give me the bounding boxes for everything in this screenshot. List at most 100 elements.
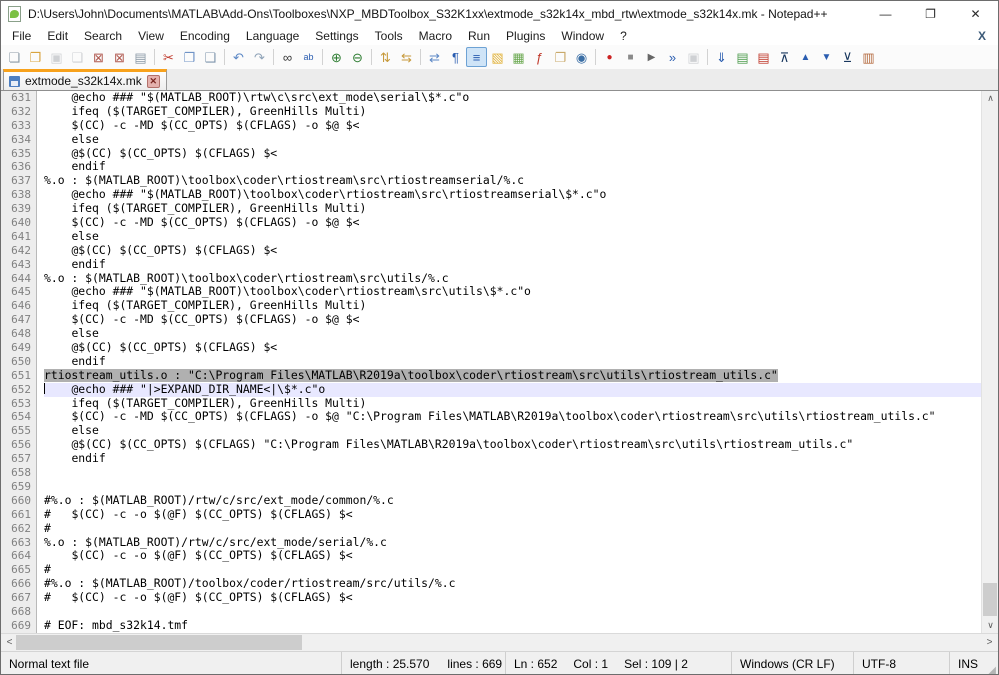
cut-icon[interactable]: ✂ [158,47,179,67]
save-all-icon[interactable]: ❑ [67,47,88,67]
code-line-text[interactable]: ifeq ($(TARGET_COMPILER), GreenHills Mul… [44,202,981,216]
compare-first-diff-icon[interactable]: ⊼ [774,47,795,67]
menu-item-settings[interactable]: Settings [307,28,366,44]
compare-set-first-icon[interactable]: ⇓ [711,47,732,67]
horizontal-scrollbar[interactable]: < > [1,633,998,651]
line-number[interactable]: 643 [1,257,37,272]
vertical-scroll-thumb[interactable] [983,583,997,616]
redo-icon[interactable]: ↷ [249,47,270,67]
line-number[interactable]: 660 [1,493,37,508]
document-map-icon[interactable]: ▧ [487,47,508,67]
code-line-text[interactable]: @echo ### "$(MATLAB_ROOT)\toolbox\coder\… [44,285,981,299]
compare-prev-diff-icon[interactable]: ▲ [795,47,816,67]
line-number[interactable]: 641 [1,229,37,244]
line-number[interactable]: 649 [1,341,37,355]
close-all-icon[interactable]: ⊠ [109,47,130,67]
line-number[interactable]: 665 [1,563,37,578]
code-line-text[interactable]: @$(CC) $(CC_OPTS) $(CFLAGS) $< [44,341,981,355]
code-line-text[interactable]: # [44,563,981,577]
line-number[interactable]: 640 [1,216,37,230]
print-icon[interactable]: ▤ [130,47,151,67]
line-number[interactable]: 656 [1,438,37,453]
menu-item-file[interactable]: File [4,28,39,44]
code-line-text[interactable] [44,466,981,480]
code-line-text[interactable]: ifeq ($(TARGET_COMPILER), GreenHills Mul… [44,299,981,313]
line-number[interactable]: 644 [1,271,37,286]
menu-item-search[interactable]: Search [76,28,130,44]
code-line-text[interactable]: else [44,133,981,147]
line-number[interactable]: 652 [1,382,37,397]
code-line-text[interactable]: # [44,522,981,536]
code-line-text[interactable]: ifeq ($(TARGET_COMPILER), GreenHills Mul… [44,105,981,119]
line-number[interactable]: 636 [1,160,37,175]
code-line-text[interactable]: endif [44,160,981,174]
line-number[interactable]: 632 [1,104,37,119]
line-number[interactable]: 642 [1,243,37,258]
code-line-text[interactable]: $(CC) -c -MD $(CC_OPTS) $(CFLAGS) -o $@ … [44,216,981,230]
line-number[interactable]: 638 [1,188,37,203]
code-line-text[interactable]: @$(CC) $(CC_OPTS) $(CFLAGS) $< [44,147,981,161]
menu-item-edit[interactable]: Edit [39,28,76,44]
code-line-text[interactable]: @echo ### "$(MATLAB_ROOT)\rtw\c\src\ext_… [44,91,981,105]
code-line-text[interactable] [44,480,981,494]
code-line-text[interactable]: %.o : $(MATLAB_ROOT)\toolbox\coder\rtios… [44,272,981,286]
replace-icon[interactable]: ab [298,47,319,67]
status-eol-format[interactable]: Windows (CR LF) [732,652,854,674]
status-encoding[interactable]: UTF-8 [854,652,950,674]
code-line-text[interactable]: endif [44,258,981,272]
macro-stop-icon[interactable]: ■ [620,47,641,67]
zoom-out-icon[interactable]: ⊖ [347,47,368,67]
menu-item-encoding[interactable]: Encoding [172,28,238,44]
line-number[interactable]: 635 [1,146,37,161]
compare-nav-bar-icon[interactable]: ▥ [858,47,879,67]
code-line-text[interactable]: @echo ### "$(MATLAB_ROOT)\toolbox\coder\… [44,188,981,202]
code-line-text[interactable]: @echo ### "|>EXPAND_DIR_NAME<|\$*.c"o [44,382,981,397]
compare-last-diff-icon[interactable]: ⊻ [837,47,858,67]
line-number[interactable]: 631 [1,91,37,105]
line-number[interactable]: 657 [1,452,37,467]
line-number[interactable]: 646 [1,299,37,314]
code-line-text[interactable]: @$(CC) $(CC_OPTS) $(CFLAGS) "C:\Program … [44,438,981,452]
menu-item-view[interactable]: View [130,28,172,44]
macro-play-icon[interactable]: ▶ [641,47,662,67]
line-number[interactable]: 653 [1,396,37,411]
sync-horizontal-icon[interactable]: ⇆ [396,47,417,67]
new-file-icon[interactable]: ❏ [4,47,25,67]
menu-item-tools[interactable]: Tools [367,28,411,44]
line-number[interactable]: 648 [1,327,37,342]
code-line-text[interactable]: else [44,424,981,438]
line-number[interactable]: 655 [1,424,37,439]
code-line-text[interactable]: #%.o : $(MATLAB_ROOT)/toolbox/coder/rtio… [44,577,981,591]
project-map-icon[interactable]: ▦ [508,47,529,67]
line-number[interactable]: 667 [1,591,37,605]
vertical-scrollbar[interactable]: ∧ ∨ [981,91,998,633]
menu-item-language[interactable]: Language [238,28,307,44]
menu-item-plugins[interactable]: Plugins [498,28,553,44]
paste-icon[interactable]: ❑ [200,47,221,67]
zoom-in-icon[interactable]: ⊕ [326,47,347,67]
close-button[interactable]: ✕ [953,1,998,27]
resize-grip-icon[interactable]: ◢ [988,665,996,674]
code-line-text[interactable]: $(CC) -c -MD $(CC_OPTS) $(CFLAGS) -o $@ … [44,119,981,133]
find-icon[interactable]: ∞ [277,47,298,67]
line-number[interactable]: 668 [1,604,37,619]
line-number[interactable]: 633 [1,118,37,133]
code-line-text[interactable]: $(CC) -c -MD $(CC_OPTS) $(CFLAGS) -o $@ … [44,410,981,424]
scroll-right-icon[interactable]: > [981,634,998,651]
code-line-text[interactable]: else [44,230,981,244]
code-line-text[interactable]: endif [44,355,981,369]
line-number[interactable]: 654 [1,410,37,425]
compare-next-diff-icon[interactable]: ▼ [816,47,837,67]
scroll-down-icon[interactable]: ∨ [982,618,998,633]
menu-item-macro[interactable]: Macro [411,28,460,44]
close-icon[interactable]: ⊠ [88,47,109,67]
menu-item-window[interactable]: Window [553,28,612,44]
scroll-up-icon[interactable]: ∧ [982,91,998,106]
line-number[interactable]: 663 [1,535,37,550]
undo-icon[interactable]: ↶ [228,47,249,67]
compare-clear-icon[interactable]: ▤ [753,47,774,67]
menu-item-help[interactable]: ? [612,28,635,44]
code-line-text[interactable]: $(CC) -c -MD $(CC_OPTS) $(CFLAGS) -o $@ … [44,313,981,327]
line-number[interactable]: 651 [1,368,37,383]
status-insert-mode[interactable]: INS ◢ [950,652,998,674]
